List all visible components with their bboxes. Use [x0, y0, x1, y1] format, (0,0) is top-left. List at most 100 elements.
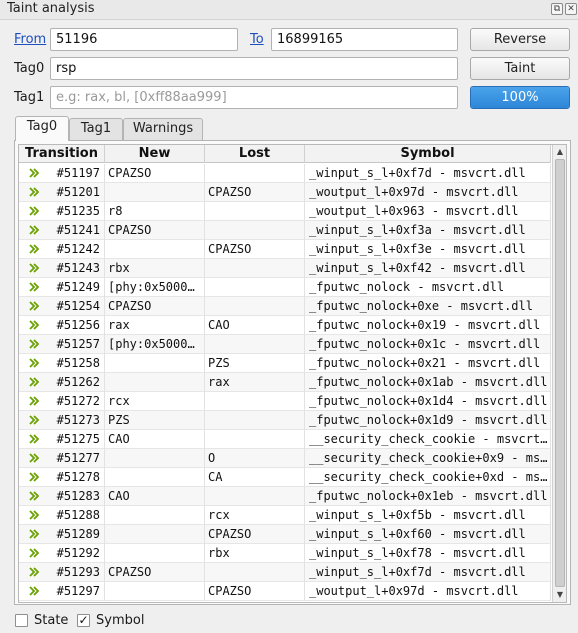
- transition-cell: #51275: [19, 430, 105, 449]
- column-header-symbol[interactable]: Symbol: [305, 145, 551, 163]
- column-header-new[interactable]: New: [105, 145, 205, 163]
- transition-cell: #51292: [19, 544, 105, 563]
- table-row[interactable]: #51272 rcx _fputwc_nolock+0x1d4 - msvcrt.d…: [19, 392, 551, 411]
- table-row[interactable]: #51254 CPAZSO _fputwc_nolock+0xe - msvcrt.…: [19, 297, 551, 316]
- new-cell: [phy:0x5000…: [105, 335, 205, 354]
- symbol-cell: _fputwc_nolock - msvcrt.dll: [305, 278, 551, 297]
- new-cell: CPAZSO: [105, 221, 205, 240]
- table-row[interactable]: #51241 CPAZSO _winput_s_l+0xf3a - msvcrt.d…: [19, 221, 551, 240]
- symbol-cell: _winput_s_l+0xf5b - msvcrt.dll: [305, 506, 551, 525]
- table-row[interactable]: #51262 rax _fputwc_nolock+0x1ab - msvcrt.d…: [19, 373, 551, 392]
- transition-cell: #51235: [19, 202, 105, 221]
- table-row[interactable]: #51292 rbx _winput_s_l+0xf78 - msvcrt.dll: [19, 544, 551, 563]
- table-row[interactable]: #51283 CAO _fputwc_nolock+0x1eb - msvcrt.d…: [19, 487, 551, 506]
- transition-cell: #51254: [19, 297, 105, 316]
- table-row[interactable]: #51235 r8 _woutput_l+0x963 - msvcrt.dll: [19, 202, 551, 221]
- scroll-up-icon[interactable]: ▲: [553, 145, 566, 159]
- table-row[interactable]: #51288 rcx _winput_s_l+0xf5b - msvcrt.dll: [19, 506, 551, 525]
- new-cell: CAO: [105, 430, 205, 449]
- tab-tag0[interactable]: Tag0: [15, 116, 69, 141]
- symbol-checkbox[interactable]: ✓: [77, 614, 90, 627]
- lost-cell: [205, 335, 305, 354]
- lost-cell: [205, 202, 305, 221]
- table-row[interactable]: #51297 CPAZSO _woutput_l+0x97d - msvcrt.dl…: [19, 582, 551, 601]
- symbol-cell: _woutput_l+0x97d - msvcrt.dll: [305, 183, 551, 202]
- table-row[interactable]: #51201 CPAZSO _woutput_l+0x97d - msvcrt.dl…: [19, 183, 551, 202]
- taint-progress-bar: 100%: [470, 86, 570, 109]
- new-cell: CAO: [105, 487, 205, 506]
- to-link[interactable]: To: [250, 32, 264, 47]
- state-checkbox-label: State: [34, 613, 69, 628]
- close-icon[interactable]: ✕: [565, 3, 577, 15]
- from-link[interactable]: From: [14, 32, 46, 47]
- window-titlebar: Taint analysis ⧉ ✕: [0, 0, 578, 20]
- lost-cell: [205, 259, 305, 278]
- tab-warnings[interactable]: Warnings: [123, 118, 203, 140]
- transition-cell: #51249: [19, 278, 105, 297]
- lost-cell: rax: [205, 373, 305, 392]
- table-row[interactable]: #51256 rax CAO _fputwc_nolock+0x19 - msvcrt…: [19, 316, 551, 335]
- table-row[interactable]: #51293 CPAZSO _winput_s_l+0xf7d - msvcrt.d…: [19, 563, 551, 582]
- new-cell: rcx: [105, 392, 205, 411]
- table-row[interactable]: #51243 rbx _winput_s_l+0xf42 - msvcrt.dll: [19, 259, 551, 278]
- new-cell: [105, 468, 205, 487]
- transitions-table: Transition New Lost Symbol #51197 CPAZSO _…: [18, 144, 567, 603]
- table-row[interactable]: #51197 CPAZSO _winput_s_l+0xf7d - msvcrt.d…: [19, 164, 551, 183]
- vertical-scrollbar[interactable]: ▲ ▼: [552, 145, 566, 602]
- new-cell: [105, 544, 205, 563]
- tab-tag1[interactable]: Tag1: [69, 118, 123, 140]
- table-row[interactable]: #51249 [phy:0x5000… _fputwc_nolock - msvcr…: [19, 278, 551, 297]
- scrollbar-thumb[interactable]: [555, 159, 565, 587]
- lost-cell: [205, 221, 305, 240]
- table-row[interactable]: #51278 CA __security_check_cookie+0xd - ms…: [19, 468, 551, 487]
- table-row[interactable]: #51277 O __security_check_cookie+0x9 - ms…: [19, 449, 551, 468]
- lost-cell: O: [205, 449, 305, 468]
- table-row[interactable]: #51275 CAO __security_check_cookie - msvcr…: [19, 430, 551, 449]
- to-input[interactable]: [271, 28, 458, 51]
- column-header-lost[interactable]: Lost: [205, 145, 305, 163]
- symbol-cell: _woutput_l+0x97d - msvcrt.dll: [305, 582, 551, 601]
- table-row[interactable]: #51273 PZS _fputwc_nolock+0x1d9 - msvcrt.d…: [19, 411, 551, 430]
- new-cell: [105, 354, 205, 373]
- symbol-cell: _winput_s_l+0xf3a - msvcrt.dll: [305, 221, 551, 240]
- new-cell: [105, 449, 205, 468]
- tag1-input[interactable]: [50, 86, 458, 109]
- new-cell: PZS: [105, 411, 205, 430]
- transition-cell: #51262: [19, 373, 105, 392]
- lost-cell: CPAZSO: [205, 582, 305, 601]
- symbol-cell: _winput_s_l+0xf42 - msvcrt.dll: [305, 259, 551, 278]
- symbol-cell: _winput_s_l+0xf78 - msvcrt.dll: [305, 544, 551, 563]
- lost-cell: [205, 278, 305, 297]
- new-cell: [105, 525, 205, 544]
- table-row[interactable]: #51257 [phy:0x5000… _fputwc_nolock+0x1c - …: [19, 335, 551, 354]
- symbol-cell: __security_check_cookie+0x9 - ms…: [305, 449, 551, 468]
- new-cell: [105, 373, 205, 392]
- lost-cell: CPAZSO: [205, 240, 305, 259]
- table-row[interactable]: #51242 CPAZSO _winput_s_l+0xf3e - msvcrt.d…: [19, 240, 551, 259]
- transition-cell: #51293: [19, 563, 105, 582]
- symbol-cell: _winput_s_l+0xf7d - msvcrt.dll: [305, 164, 551, 183]
- float-window-icon[interactable]: ⧉: [551, 3, 563, 15]
- tag0-input[interactable]: [50, 57, 458, 80]
- table-row[interactable]: #51289 CPAZSO _winput_s_l+0xf60 - msvcrt.d…: [19, 525, 551, 544]
- new-cell: r8: [105, 202, 205, 221]
- state-checkbox[interactable]: [15, 614, 28, 627]
- transition-cell: #51242: [19, 240, 105, 259]
- taint-button[interactable]: Taint: [470, 57, 570, 80]
- new-cell: [105, 240, 205, 259]
- table-header: Transition New Lost Symbol: [19, 145, 551, 163]
- lost-cell: [205, 392, 305, 411]
- symbol-cell: _winput_s_l+0xf3e - msvcrt.dll: [305, 240, 551, 259]
- symbol-cell: _winput_s_l+0xf7d - msvcrt.dll: [305, 563, 551, 582]
- column-header-transition[interactable]: Transition: [19, 145, 105, 163]
- from-input[interactable]: [50, 28, 238, 51]
- table-row[interactable]: #51258 PZS _fputwc_nolock+0x21 - msvcrt.dl…: [19, 354, 551, 373]
- lost-cell: rbx: [205, 544, 305, 563]
- scroll-down-icon[interactable]: ▼: [553, 588, 566, 602]
- lost-cell: [205, 297, 305, 316]
- tab-panel: Transition New Lost Symbol #51197 CPAZSO _…: [14, 140, 571, 605]
- transition-cell: #51277: [19, 449, 105, 468]
- lost-cell: CPAZSO: [205, 525, 305, 544]
- reverse-button[interactable]: Reverse: [470, 28, 570, 51]
- transition-cell: #51201: [19, 183, 105, 202]
